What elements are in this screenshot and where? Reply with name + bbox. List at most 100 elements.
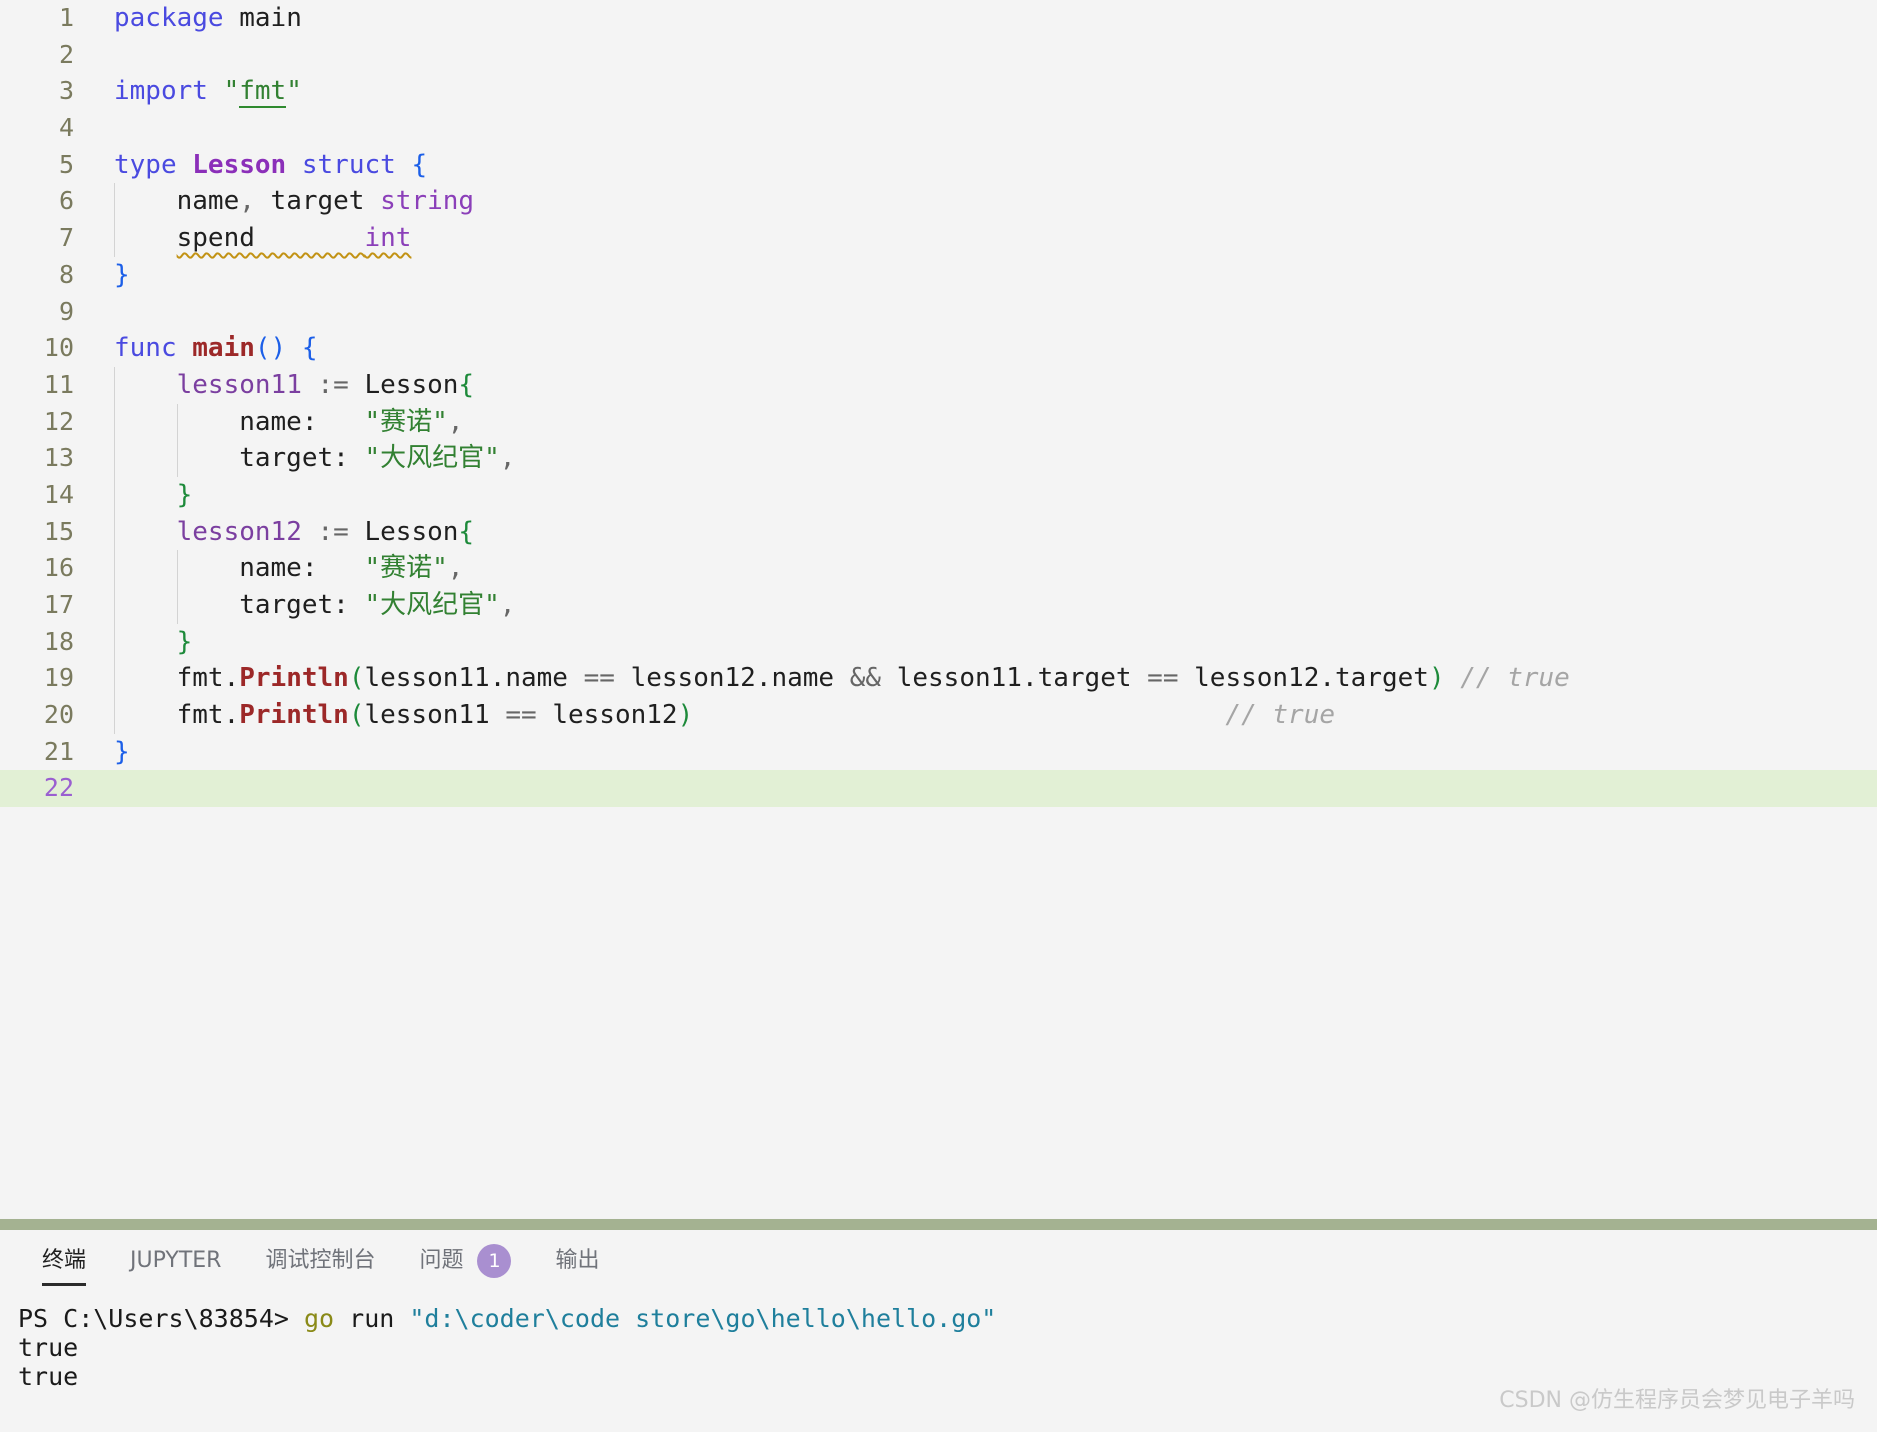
code-line[interactable]: 4 (0, 110, 1877, 147)
panel-tab-label: 问题 (419, 1248, 464, 1273)
code-token: : (333, 590, 349, 620)
code-token: == (505, 700, 537, 731)
code-line[interactable]: 18 } (0, 623, 1877, 661)
code-token: lesson12 (536, 700, 678, 731)
code-token: ( (348, 663, 365, 694)
code-line-text: } (114, 257, 130, 294)
code-line-text: spend int (114, 220, 412, 257)
code-token: lesson11 (364, 700, 506, 731)
code-token: } (114, 736, 130, 767)
code-editor[interactable]: 1 package main 2 3 import "fmt" 4 5 type Lesson… (0, 0, 1877, 1218)
line-number: 10 (43, 333, 74, 363)
panel-tab-4[interactable]: 输出 (533, 1230, 621, 1292)
terminal-token: PS C:\Users\83854> (18, 1304, 304, 1333)
code-line[interactable]: 6 name, target string (0, 183, 1877, 221)
line-number: 20 (43, 700, 74, 730)
code-line[interactable]: 10 func main() { (0, 330, 1877, 367)
code-token: . (223, 700, 240, 731)
code-line-text: } (114, 734, 130, 771)
code-token: := (317, 516, 349, 547)
code-line-text: import "fmt" (114, 73, 302, 110)
code-line-list[interactable]: 1 package main 2 3 import "fmt" 4 5 type Lesson… (0, 0, 1877, 808)
line-number: 15 (43, 516, 74, 546)
code-token: Lesson (192, 149, 287, 180)
csdn-watermark: CSDN @仿生程序员会梦见电子羊吗 (1499, 1388, 1855, 1413)
code-line-text: } (114, 477, 193, 514)
code-token: , (447, 553, 464, 584)
panel-tab-3[interactable]: 问题 1 (397, 1230, 533, 1292)
code-token: Lesson (348, 516, 459, 547)
panel-tab-1[interactable]: JUPYTER (108, 1230, 243, 1292)
code-token: main (239, 3, 302, 33)
code-line[interactable]: 21} (0, 734, 1877, 771)
code-token: target (254, 186, 381, 217)
code-line-text: name, target string (114, 183, 474, 220)
code-token: int (364, 223, 412, 254)
panel-tab-label: 输出 (555, 1248, 600, 1273)
code-line[interactable]: 20 fmt.Println(lesson11 == lesson12) // … (0, 697, 1877, 734)
code-line[interactable]: 3 import "fmt" (0, 73, 1877, 110)
code-token: } (114, 259, 130, 290)
code-token: lesson12 (176, 516, 302, 547)
code-token: package (114, 3, 224, 33)
code-token: target (114, 443, 334, 474)
code-line-text: func main() { (114, 330, 318, 367)
terminal-token: go (303, 1304, 350, 1333)
line-number: 11 (43, 369, 74, 399)
code-line-text: target: "大风纪官", (114, 587, 515, 624)
panel-tab-0[interactable]: 终端 (20, 1230, 108, 1292)
code-token: "大风纪官" (364, 590, 500, 620)
code-line[interactable]: 16 name: "赛诺", (0, 550, 1877, 587)
code-line-text: fmt.Println(lesson11 == lesson12) // tru… (114, 697, 1335, 734)
code-token: // true (693, 700, 1336, 731)
code-line[interactable]: 8} (0, 257, 1877, 294)
code-token: Println (239, 700, 349, 731)
code-token: && (849, 663, 882, 694)
panel-tab-label: 终端 (42, 1248, 87, 1273)
code-line[interactable]: 1 package main (0, 0, 1877, 37)
code-line-text: name: "赛诺", (114, 404, 463, 441)
code-token: "赛诺" (364, 553, 448, 584)
code-token: fmt (114, 663, 224, 694)
code-line[interactable]: 9 (0, 294, 1877, 331)
panel-tab-label: JUPYTER (130, 1248, 222, 1273)
code-line[interactable]: 15 lesson12 := Lesson{ (0, 513, 1877, 551)
code-line[interactable]: 12 name: "赛诺", (0, 403, 1877, 441)
line-number: 12 (43, 406, 74, 436)
panel-tab-label: 调试控制台 (265, 1248, 376, 1273)
code-token: lesson11.name (364, 663, 584, 694)
error-squiggle: spend int (177, 220, 412, 257)
code-token: == (583, 663, 615, 694)
code-line[interactable]: 7 spend int (0, 220, 1877, 257)
code-line[interactable]: 13 target: "大风纪官", (0, 440, 1877, 477)
code-token: } (176, 626, 193, 657)
panel-tab-bar[interactable]: 终端 JUPYTER 调试控制台 问题 1 输出 (0, 1230, 1877, 1292)
code-line[interactable]: 22 (0, 770, 1877, 808)
code-token: target (114, 590, 334, 620)
line-number: 22 (43, 773, 74, 803)
line-number: 21 (43, 736, 74, 766)
code-line-text: type Lesson struct { (114, 147, 427, 184)
code-line[interactable]: 5 type Lesson struct { (0, 147, 1877, 184)
code-line[interactable]: 11 lesson11 := Lesson{ (0, 366, 1877, 404)
code-line[interactable]: 17 target: "大风纪官", (0, 587, 1877, 624)
panel-tab-2[interactable]: 调试控制台 (243, 1230, 397, 1292)
panel-resize-divider[interactable] (0, 1219, 1877, 1230)
code-token: Println (239, 663, 349, 694)
code-line-text: fmt.Println(lesson11.name == lesson12.na… (114, 660, 1570, 697)
line-number: 3 (58, 76, 74, 106)
code-line[interactable]: 2 (0, 37, 1877, 74)
code-line[interactable]: 14 } (0, 476, 1877, 514)
code-token: , (499, 443, 516, 474)
code-token: } (176, 479, 193, 510)
code-line[interactable]: 19 fmt.Println(lesson11.name == lesson12… (0, 660, 1877, 698)
code-token: struct (301, 149, 396, 180)
